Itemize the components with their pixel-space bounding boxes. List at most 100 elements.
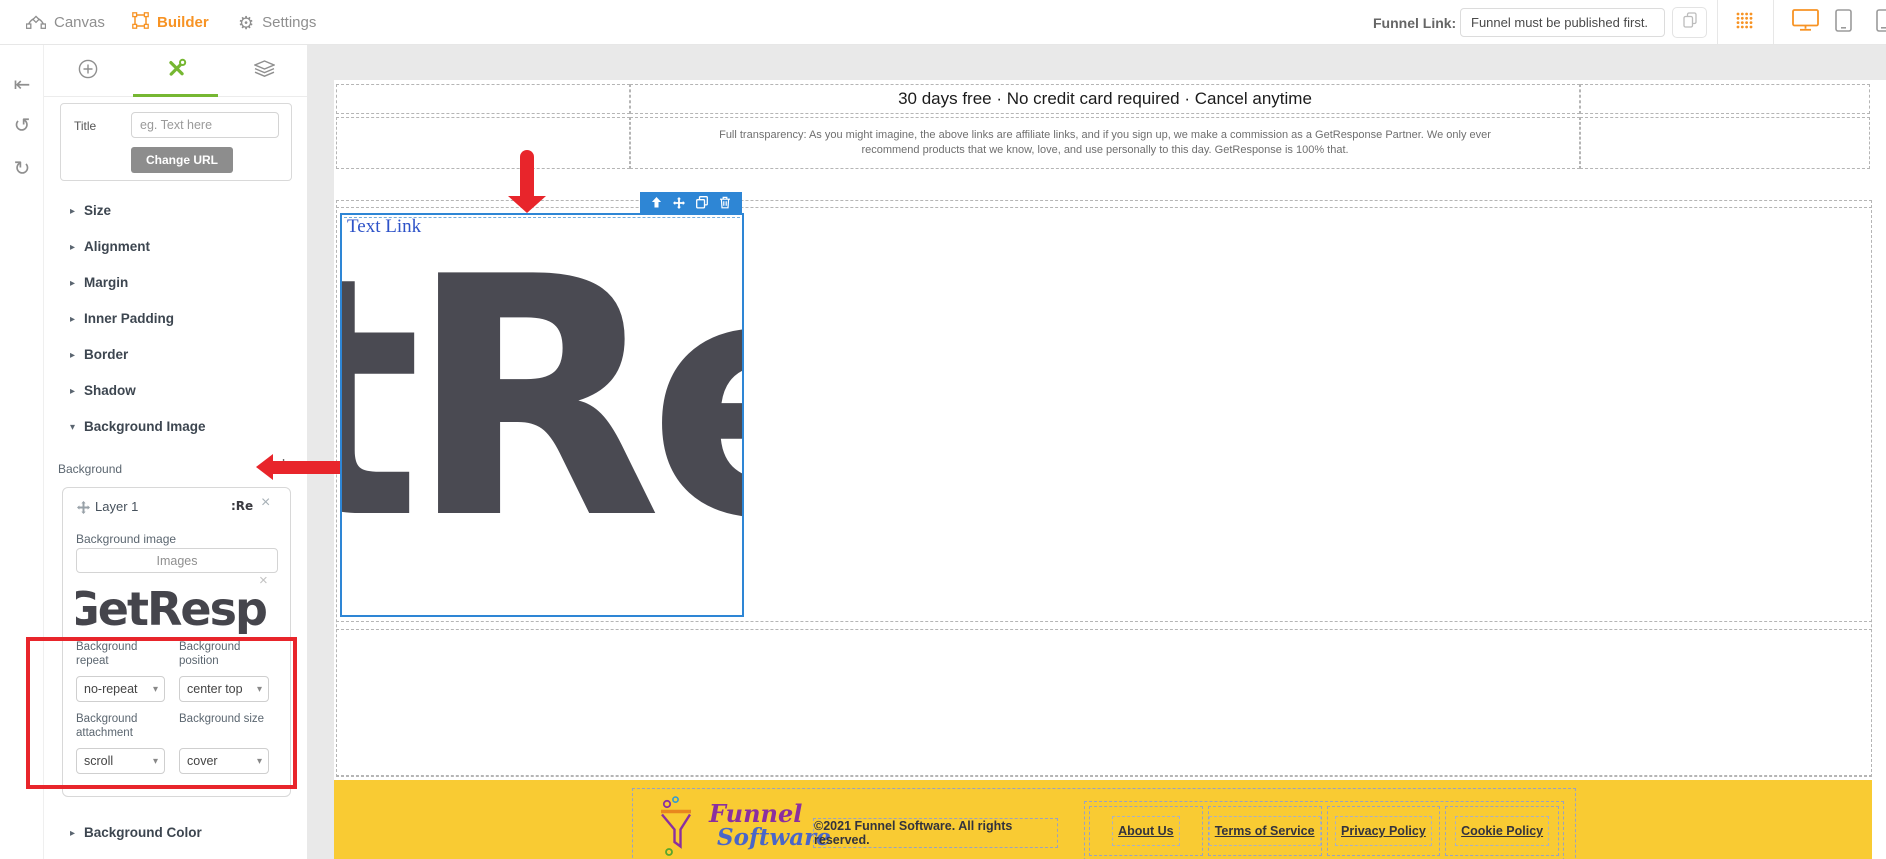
caret-right-icon: ▸: [70, 278, 76, 289]
accordion-background-image[interactable]: ▾ Background Image: [44, 419, 307, 441]
layer-name: Layer 1: [95, 499, 139, 514]
annotation-arrow-down: [508, 150, 546, 213]
tablet-preview-button[interactable]: [1835, 0, 1852, 45]
title-input[interactable]: [131, 112, 279, 138]
remove-image-icon[interactable]: ×: [259, 572, 268, 589]
duplicate-button[interactable]: [696, 196, 708, 209]
layer-thumbnail: :Re: [231, 499, 254, 513]
drag-handle-icon[interactable]: [77, 501, 90, 519]
accordion-background-color[interactable]: ▸ Background Color: [44, 825, 307, 847]
dots-grid-icon: [1736, 12, 1753, 34]
redo-icon[interactable]: ↻: [0, 156, 44, 181]
disclaimer-text: Full transparency: As you might imagine,…: [719, 129, 1491, 156]
row-guide-line: [336, 629, 1872, 630]
nav-canvas-label: Canvas: [54, 14, 105, 31]
accordion-shadow[interactable]: ▸ Shadow: [44, 383, 307, 405]
change-url-button[interactable]: Change URL: [131, 147, 233, 173]
tablet-icon: [1835, 8, 1852, 37]
annotation-arrow-left: [256, 454, 341, 481]
copy-icon: [1682, 12, 1697, 33]
tab-layers[interactable]: [220, 45, 308, 97]
caret-right-icon: ▸: [70, 314, 76, 325]
empty-cell[interactable]: [336, 84, 630, 114]
collapse-panel-icon[interactable]: ⇤: [0, 72, 44, 97]
images-button[interactable]: Images: [76, 548, 278, 573]
accordion-border[interactable]: ▸ Border: [44, 347, 307, 369]
gear-icon: ⚙: [238, 12, 255, 33]
section-guide-line: [336, 207, 1872, 208]
background-section-label: Background: [58, 462, 123, 476]
caret-right-icon: ▸: [70, 206, 76, 217]
footer-section[interactable]: Funnel Software ©2021 Funnel Software. A…: [334, 780, 1872, 859]
layers-icon: [252, 60, 276, 82]
annotation-red-rectangle: [26, 637, 297, 789]
toolbar-divider: [1773, 0, 1774, 45]
selected-image-element[interactable]: tRe Text Link: [340, 213, 744, 617]
banner-text: 30 days free · No credit card required ·…: [898, 89, 1312, 108]
nav-tab-settings[interactable]: ⚙ Settings: [238, 0, 316, 45]
element-toolbar: [640, 192, 742, 213]
toolbar-divider: [1717, 0, 1718, 45]
tab-add-elements[interactable]: [44, 45, 132, 97]
background-image-preview: GetResp: [76, 580, 278, 634]
footer-top-guide-line: [336, 775, 1872, 776]
nav-settings-label: Settings: [262, 14, 317, 31]
preview-logo-text: GetResp: [76, 582, 268, 634]
caret-right-icon: ▸: [70, 386, 76, 397]
move-button[interactable]: [673, 196, 685, 209]
banner-text-block[interactable]: 30 days free · No credit card required ·…: [630, 84, 1580, 114]
link-cookie-policy[interactable]: Cookie Policy: [1455, 816, 1550, 846]
marquee-select-icon: [132, 12, 149, 33]
top-bar: Canvas Builder ⚙ Settings Funnel Link:: [0, 0, 1886, 45]
funnel-builder-app: Canvas Builder ⚙ Settings Funnel Link: F…: [0, 0, 1886, 859]
canvas-top-margin: [334, 45, 1886, 80]
bezier-curve-icon: [25, 13, 47, 33]
caret-right-icon: ▸: [70, 828, 76, 839]
plus-circle-icon: [78, 59, 98, 84]
footer-logo: Funnel Software: [657, 796, 831, 859]
caret-right-icon: ▸: [70, 242, 76, 253]
move-up-button[interactable]: [651, 197, 662, 208]
nav-tab-builder[interactable]: Builder: [132, 0, 209, 45]
active-tab-underline: [133, 94, 218, 97]
footer-link-cell: Cookie Policy: [1445, 806, 1559, 856]
empty-cell[interactable]: [1580, 117, 1870, 169]
footer-link-cell: Terms of Service: [1207, 806, 1322, 856]
text-link[interactable]: Text Link: [347, 216, 421, 238]
remove-layer-icon[interactable]: ×: [261, 494, 270, 512]
grid-view-button[interactable]: [1736, 0, 1753, 45]
link-privacy-policy[interactable]: Privacy Policy: [1335, 816, 1432, 846]
nav-tab-canvas[interactable]: Canvas: [25, 0, 105, 45]
undo-icon[interactable]: ↺: [0, 113, 44, 138]
row-guide-line: [336, 621, 1872, 622]
accordion-inner-padding[interactable]: ▸ Inner Padding: [44, 311, 307, 333]
background-image-field-label: Background image: [76, 532, 177, 546]
tab-element-settings[interactable]: [132, 45, 220, 97]
caret-down-icon: ▾: [70, 422, 76, 433]
sidebar-tab-bar: [44, 45, 307, 97]
desktop-preview-button[interactable]: [1792, 0, 1819, 45]
accordion-size[interactable]: ▸ Size: [44, 203, 307, 225]
link-about-us[interactable]: About Us: [1112, 816, 1180, 846]
footer-copyright: ©2021 Funnel Software. All rights reserv…: [813, 818, 1058, 848]
empty-cell[interactable]: [336, 117, 630, 169]
mobile-preview-button[interactable]: [1876, 0, 1886, 45]
empty-cell[interactable]: [1580, 84, 1870, 114]
phone-icon: [1876, 8, 1886, 37]
funnel-logo-icon: [657, 796, 703, 859]
canvas-gutter: [307, 45, 334, 859]
accordion-alignment[interactable]: ▸ Alignment: [44, 239, 307, 261]
disclaimer-text-block[interactable]: Full transparency: As you might imagine,…: [630, 117, 1580, 169]
footer-link-cell: Privacy Policy: [1326, 806, 1441, 856]
funnel-link-input[interactable]: [1460, 8, 1665, 37]
nav-builder-label: Builder: [157, 14, 209, 31]
background-image-zoomed-text: tRe: [342, 213, 742, 591]
accordion-margin[interactable]: ▸ Margin: [44, 275, 307, 297]
funnel-link-label: Funnel Link:: [1373, 14, 1457, 31]
link-terms-of-service[interactable]: Terms of Service: [1208, 816, 1321, 846]
footer-links-row: About Us Terms of Service Privacy Policy…: [1084, 801, 1564, 859]
copy-link-button[interactable]: [1672, 7, 1707, 38]
delete-button[interactable]: [719, 196, 731, 209]
footer-content-block: Funnel Software ©2021 Funnel Software. A…: [632, 788, 1576, 859]
monitor-icon: [1792, 9, 1819, 36]
